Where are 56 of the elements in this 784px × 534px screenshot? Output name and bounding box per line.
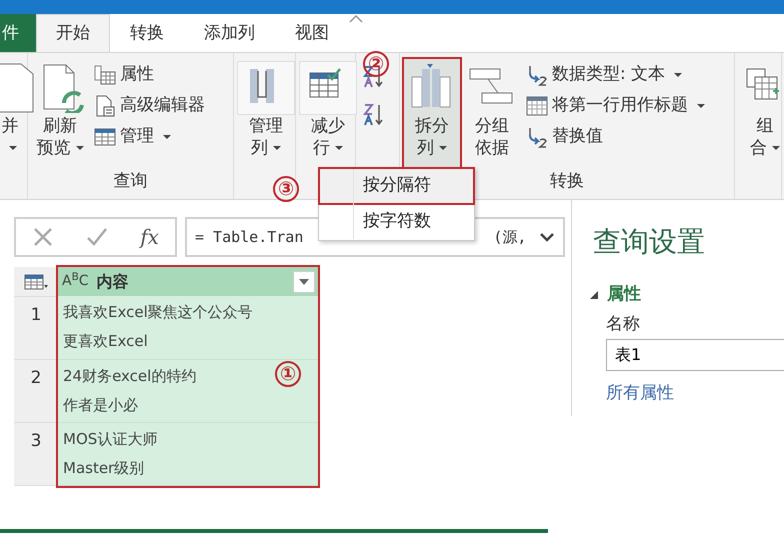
sort-descending-icon <box>362 103 384 127</box>
field-label: 名称 <box>606 312 641 336</box>
ribbon-button[interactable]: 高级编辑器 <box>92 90 207 121</box>
close-icon <box>32 226 54 248</box>
expanded-triangle-icon <box>589 290 599 300</box>
table-icon <box>94 126 116 148</box>
ribbon-button[interactable]: 将第一行用作标题 <box>524 90 707 121</box>
filter-button[interactable] <box>293 270 315 292</box>
cell-text: 更喜欢Excel <box>63 332 148 350</box>
callout-number: ③ <box>273 176 299 202</box>
ribbon-tab[interactable]: 开始 <box>36 14 110 52</box>
ribbon-button[interactable]: 组 合 <box>739 59 784 167</box>
column-header[interactable]: A$^{B}$C 内容 <box>58 267 318 296</box>
insert-function-button[interactable]: fx <box>140 222 159 252</box>
section-heading: 属性 <box>607 283 641 306</box>
all-properties-link[interactable]: 所有属性 <box>606 381 674 406</box>
ribbon-button[interactable]: 拆分 列 <box>404 59 460 167</box>
caret-icon <box>299 278 309 284</box>
ribbon-button[interactable]: 替换值 <box>524 121 707 152</box>
ribbon-button[interactable]: 数据类型: 文本 <box>524 59 707 90</box>
name-field[interactable]: 表1 <box>606 339 784 371</box>
column-name: 内容 <box>96 270 129 292</box>
cell-text: 作者是小必 <box>63 396 138 414</box>
properties-icon <box>94 64 116 86</box>
ribbon-button[interactable]: 分组 依据 <box>464 59 520 167</box>
callout-number: ② <box>363 51 389 77</box>
formula-text: (源, <box>493 226 526 248</box>
ribbon-button[interactable]: 属性 <box>92 59 207 90</box>
row-number: 2 <box>30 368 42 388</box>
ribbon-tab[interactable]: 添加列 <box>184 14 275 52</box>
cell-text: 我喜欢Excel聚焦这个公众号 <box>63 303 253 321</box>
collapse-button[interactable] <box>589 290 599 300</box>
ribbon-button[interactable]: 管理 <box>92 121 207 152</box>
group-label: 转换 <box>550 171 584 191</box>
replace-icon <box>526 64 548 86</box>
editor-icon <box>94 94 116 116</box>
cell-text: Master级别 <box>63 458 144 476</box>
ribbon-tab[interactable]: 视图 <box>275 14 349 52</box>
cell-text: 24财务excel的特约 <box>63 366 196 384</box>
formula-text: = Table.Tran <box>195 226 304 248</box>
callout-number: ① <box>275 361 301 387</box>
table-menu-icon <box>23 272 49 291</box>
cell-text: MOS认证大师 <box>63 430 158 448</box>
row-number: 1 <box>30 304 42 324</box>
table-icon <box>526 94 548 116</box>
collapse-icon <box>349 14 363 24</box>
expand-icon <box>539 231 555 243</box>
row-number: 3 <box>30 430 42 450</box>
file-tab[interactable]: 件 <box>0 14 36 52</box>
replace-icon <box>526 126 548 148</box>
ribbon-tab[interactable]: 转换 <box>110 14 184 52</box>
check-icon <box>86 226 108 248</box>
panel-title: 查询设置 <box>593 224 706 260</box>
type-label: A$^{B}$C <box>62 271 89 291</box>
group-label: 查询 <box>114 171 148 191</box>
menu-item[interactable]: 按分隔符 <box>320 169 473 203</box>
